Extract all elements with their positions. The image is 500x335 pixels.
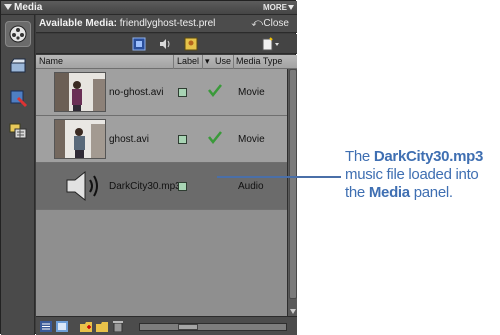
more-button[interactable]: MORE (263, 3, 287, 12)
close-button[interactable]: Close (263, 18, 289, 29)
used-column-header[interactable]: Use (215, 56, 231, 66)
label-swatch[interactable] (178, 182, 187, 191)
effects-brush-icon (10, 90, 28, 108)
delete-trash-icon[interactable] (112, 321, 124, 332)
callout-panel-name: Media (368, 184, 410, 201)
new-folder-icon[interactable] (80, 321, 92, 332)
list-item[interactable]: ghost.avi Movie (36, 116, 287, 163)
media-type: Audio (238, 181, 264, 192)
callout-line2: music file loaded into (345, 166, 479, 183)
audio-filter-icon[interactable] (158, 37, 172, 51)
vertical-scrollbar[interactable] (287, 69, 297, 316)
list-item-selected[interactable]: DarkCity30.mp3 Audio (36, 163, 287, 210)
list-view-icon[interactable] (40, 321, 52, 332)
close-icon[interactable]: ⤺ (251, 17, 263, 30)
media-filter-toolbar (36, 34, 297, 54)
available-media-label: Available Media: (39, 18, 117, 29)
speaker-icon (66, 170, 98, 202)
file-name: DarkCity30.mp3 (109, 181, 181, 192)
film-reel-icon (9, 25, 27, 43)
panel-titlebar: Media MORE (1, 1, 297, 15)
icon-view-icon[interactable] (56, 321, 68, 332)
file-name: ghost.avi (109, 134, 150, 145)
tool-sidebar (1, 15, 35, 335)
file-name: no-ghost.avi (109, 87, 164, 98)
horizontal-scrollbar[interactable] (139, 323, 287, 331)
media-type: Movie (238, 87, 265, 98)
sidebar-clip-art-button[interactable] (5, 53, 31, 79)
image-filter-icon[interactable] (184, 37, 198, 51)
callout-line3-prefix: the (345, 184, 369, 201)
video-thumbnail (54, 72, 106, 112)
check-icon (208, 84, 222, 97)
clapper-icon (10, 58, 26, 73)
project-name: friendlyghost-test.prel (119, 18, 216, 29)
collapse-triangle-icon[interactable] (4, 4, 12, 10)
scroll-down-arrow-icon[interactable] (290, 309, 296, 314)
titles-grid-icon (9, 123, 27, 139)
media-type-column-header[interactable]: Media Type (236, 56, 282, 66)
callout-line3-suffix: panel. (409, 184, 453, 201)
new-item-menu-icon[interactable] (262, 37, 280, 51)
callout-line1-prefix: The (345, 148, 374, 165)
available-media-text: Available Media: friendlyghost-test.prel (39, 18, 215, 29)
sidebar-media-button[interactable] (5, 21, 31, 47)
check-icon (208, 131, 222, 144)
sidebar-titles-button[interactable] (5, 117, 31, 143)
video-filter-icon[interactable] (132, 37, 146, 51)
callout-text: The DarkCity30.mp3 music file loaded int… (345, 148, 495, 202)
name-column-header[interactable]: Name (39, 56, 63, 66)
label-column-header[interactable]: Label (177, 56, 199, 66)
panel-bottom-bar (36, 316, 297, 335)
more-arrow-icon[interactable] (288, 5, 294, 10)
media-type: Movie (238, 134, 265, 145)
sidebar-effects-button[interactable] (5, 85, 31, 111)
label-swatch[interactable] (178, 135, 187, 144)
vertical-scroll-thumb[interactable] (289, 69, 297, 299)
list-item[interactable]: no-ghost.avi Movie (36, 69, 287, 116)
column-headers: Name Label ▾ Use Media Type (36, 55, 297, 69)
label-swatch[interactable] (178, 88, 187, 97)
callout-line (217, 176, 341, 178)
horizontal-scroll-thumb[interactable] (178, 324, 198, 330)
video-thumbnail (54, 119, 106, 159)
sort-arrow-icon[interactable]: ▾ (205, 56, 210, 67)
panel-title: Media (14, 2, 43, 13)
callout-file-name: DarkCity30.mp3 (373, 148, 484, 165)
media-panel: Media MORE Available Media: friendlyghos… (0, 0, 297, 335)
available-media-header: Available Media: friendlyghost-test.prel… (36, 15, 297, 33)
media-list: no-ghost.avi Movie ghost.avi Movie DarkC… (36, 69, 287, 316)
folder-icon[interactable] (96, 321, 108, 332)
